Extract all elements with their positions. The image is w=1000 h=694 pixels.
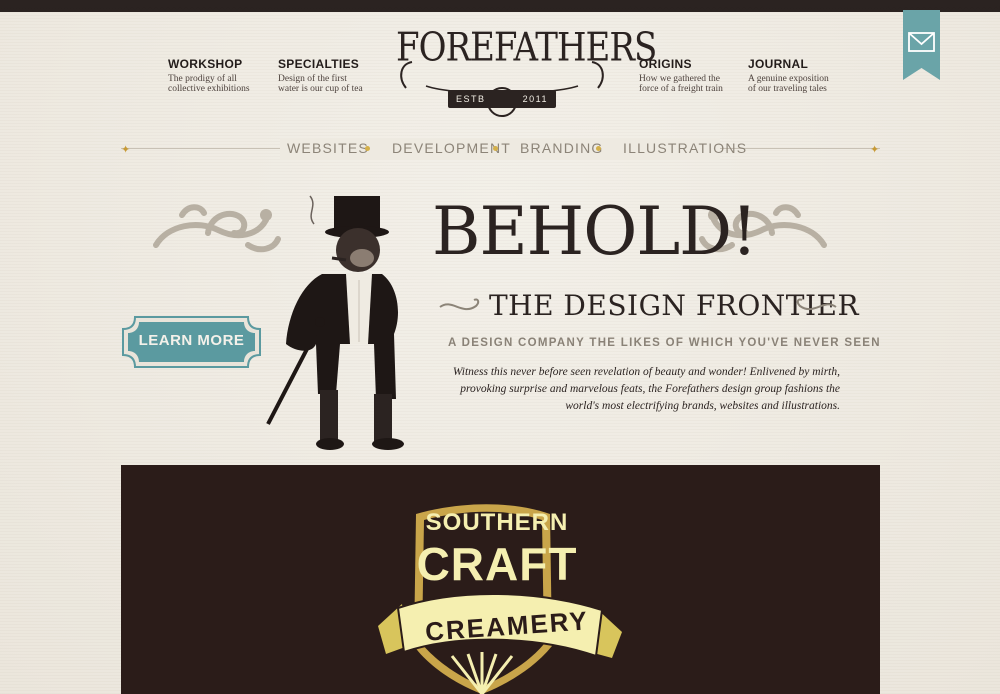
learn-more-button[interactable]: LEARN MORE <box>121 315 262 369</box>
dot-icon <box>596 146 601 151</box>
star-icon: ✦ <box>870 144 880 156</box>
small-flourish-left <box>439 298 480 311</box>
nav-origins-sub2: force of a freight train <box>639 84 723 94</box>
top-border <box>0 0 1000 12</box>
logo-estb-band: ESTB 2011 <box>448 90 556 108</box>
nav-workshop-sub2: collective exhibitions <box>168 84 250 94</box>
nav-specialties-sub2: water is our cup of tea <box>278 84 363 94</box>
top-hat-monkey-illustration <box>266 195 404 450</box>
hero-tagline: A DESIGN COMPANY THE LIKES OF WHICH YOU'… <box>448 337 881 349</box>
nav-journal-title: JOURNAL <box>748 57 809 71</box>
learn-more-label: LEARN MORE <box>138 332 245 349</box>
nav-workshop-sub1: The prodigy of all <box>168 74 237 84</box>
subnav-illustrations[interactable]: ILLUSTRATIONS <box>623 140 747 156</box>
dot-icon <box>493 146 498 151</box>
nav-workshop[interactable]: WORKSHOP The prodigy of all collective e… <box>168 57 278 94</box>
portfolio-showcase[interactable]: SOUTHERN CRAFT CREAMERY <box>121 465 880 694</box>
badge-line-southern: SOUTHERN <box>425 509 569 536</box>
nav-specialties-title: SPECIALTIES <box>278 57 360 71</box>
star-icon: ✦ <box>121 144 131 156</box>
nav-specialties[interactable]: SPECIALTIES Design of the first water is… <box>278 57 388 94</box>
logo-estb-label: ESTB <box>456 94 486 104</box>
nav-journal[interactable]: JOURNAL A genuine exposition of our trav… <box>748 57 858 94</box>
badge-line-craft: CRAFT <box>416 538 578 590</box>
nav-workshop-title: WORKSHOP <box>168 57 243 71</box>
contact-ribbon[interactable] <box>903 10 940 80</box>
hero-body: Witness this never before seen revelatio… <box>452 366 840 412</box>
nav-origins-sub1: How we gathered the <box>639 74 720 84</box>
subnav-websites[interactable]: WEBSITES <box>287 140 369 156</box>
logo-year: 2011 <box>522 94 548 104</box>
dot-icon <box>365 146 370 151</box>
nav-specialties-sub1: Design of the first <box>278 74 347 84</box>
hero-title: BEHOLD! <box>432 193 758 270</box>
subnav-branding[interactable]: BRANDING <box>520 140 604 156</box>
logo-wordmark: FOREFATHERS <box>396 25 657 71</box>
nav-journal-sub2: of our traveling tales <box>748 84 827 94</box>
small-flourish-right <box>796 298 837 311</box>
forefathers-logo[interactable]: FOREFATHERS ESTB 2011 <box>396 25 657 124</box>
nav-journal-sub1: A genuine exposition <box>748 74 829 84</box>
